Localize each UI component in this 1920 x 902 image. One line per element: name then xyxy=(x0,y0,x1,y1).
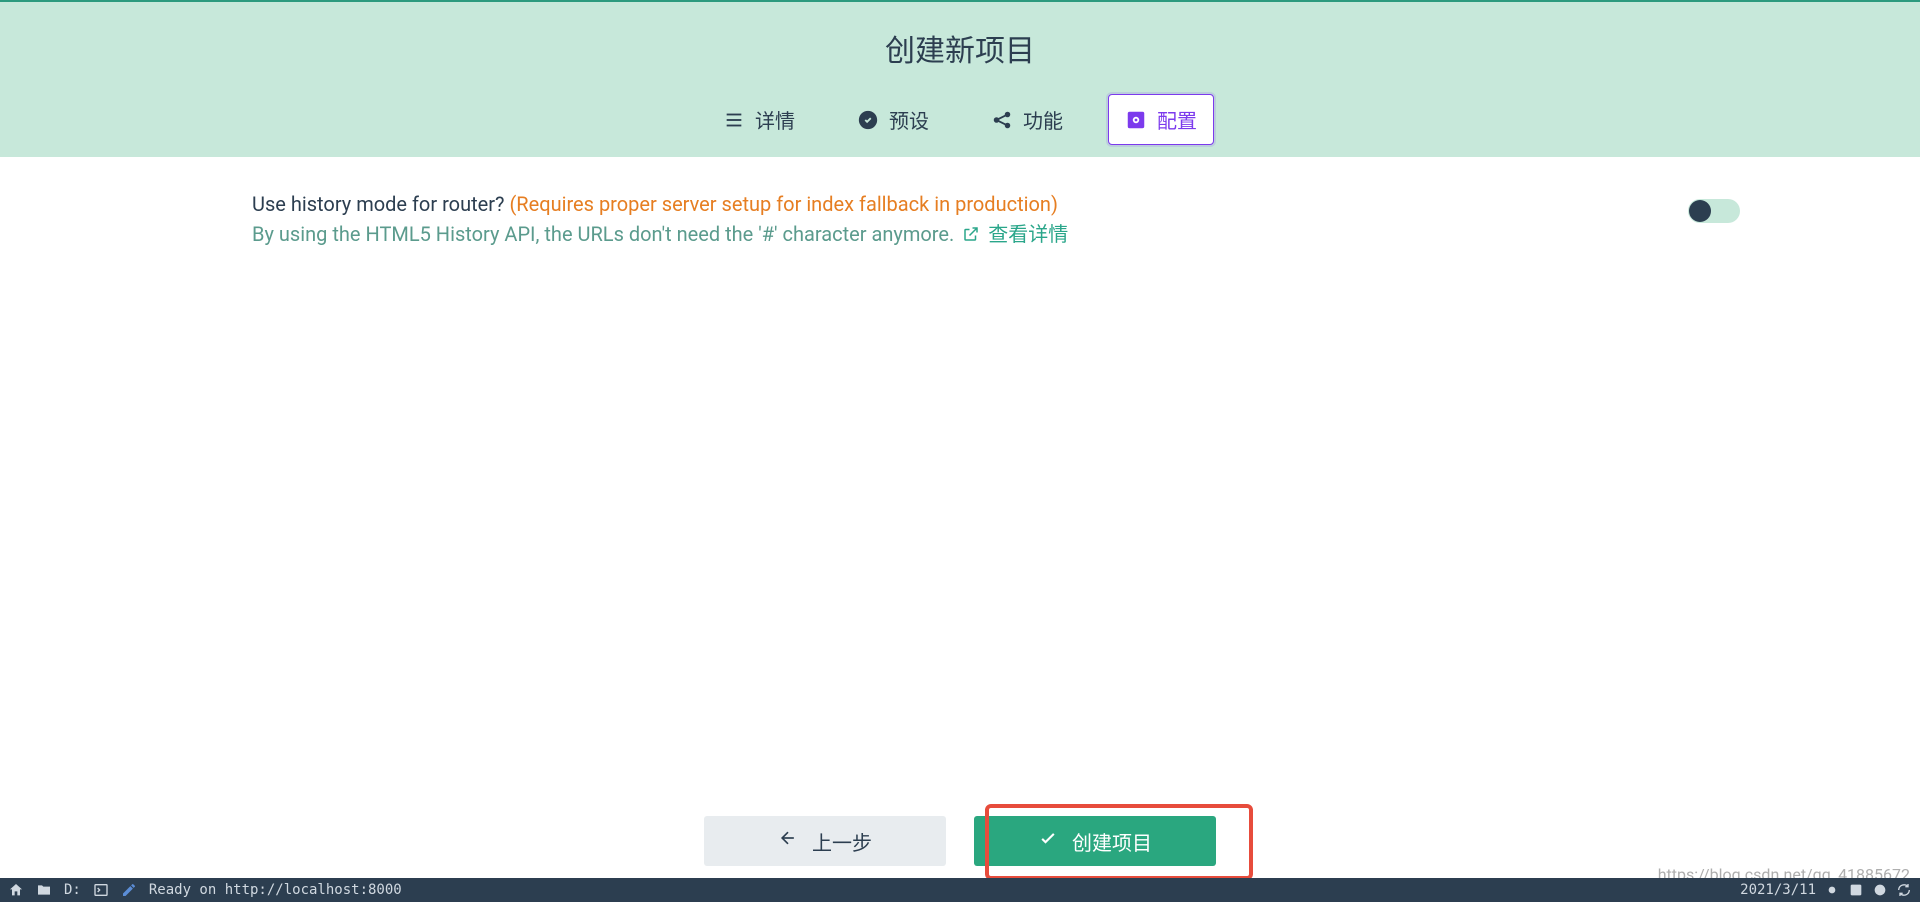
previous-button-label: 上一步 xyxy=(812,827,872,856)
tray-icon-1[interactable] xyxy=(1848,882,1864,898)
tab-configuration[interactable]: 配置 xyxy=(1108,94,1214,145)
list-icon xyxy=(723,109,745,131)
option-description-line: By using the HTML5 History API, the URLs… xyxy=(252,219,1068,249)
gear-box-icon xyxy=(1125,109,1147,131)
status-bar-left: D: Ready on http://localhost:8000 xyxy=(8,882,402,898)
previous-button[interactable]: 上一步 xyxy=(704,816,946,866)
option-block: Use history mode for router? (Requires p… xyxy=(252,189,1068,249)
tray-icon-2[interactable] xyxy=(1872,882,1888,898)
create-button-label: 创建项目 xyxy=(1072,827,1152,856)
option-title-line: Use history mode for router? (Requires p… xyxy=(252,189,1068,219)
toggle-knob xyxy=(1689,200,1711,222)
ide-status-bar: D: Ready on http://localhost:8000 2021/3… xyxy=(0,878,1920,902)
tab-label: 功能 xyxy=(1023,105,1063,134)
datetime-label: 2021/3/11 xyxy=(1740,882,1816,898)
header: 创建新项目 详情 预设 功能 配置 xyxy=(0,2,1920,157)
option-warning: (Requires proper server setup for index … xyxy=(509,192,1057,216)
share-icon xyxy=(991,109,1013,131)
ready-status-text: Ready on http://localhost:8000 xyxy=(149,882,402,898)
tab-presets[interactable]: 预设 xyxy=(840,94,946,145)
tab-label: 详情 xyxy=(755,105,795,134)
terminal-icon[interactable] xyxy=(93,882,109,898)
refresh-icon[interactable] xyxy=(1896,882,1912,898)
pencil-icon[interactable] xyxy=(121,882,137,898)
check-circle-icon xyxy=(857,109,879,131)
content-area: Use history mode for router? (Requires p… xyxy=(0,157,1920,249)
page-title: 创建新项目 xyxy=(0,26,1920,70)
tab-details[interactable]: 详情 xyxy=(706,94,812,145)
option-description: By using the HTML5 History API, the URLs… xyxy=(252,219,954,249)
home-icon[interactable] xyxy=(8,882,24,898)
footer-buttons: 上一步 创建项目 xyxy=(704,816,1216,866)
arrow-left-icon xyxy=(778,828,798,854)
tabs-nav: 详情 预设 功能 配置 xyxy=(0,94,1920,157)
external-link-icon xyxy=(962,225,980,243)
dot-icon xyxy=(1824,882,1840,898)
status-bar-right: 2021/3/11 xyxy=(1740,882,1912,898)
option-question: Use history mode for router? xyxy=(252,192,509,216)
folder-icon[interactable] xyxy=(36,882,52,898)
details-link[interactable]: 查看详情 xyxy=(988,219,1068,249)
check-icon xyxy=(1038,828,1058,854)
drive-label: D: xyxy=(64,882,81,898)
tab-features[interactable]: 功能 xyxy=(974,94,1080,145)
create-project-button[interactable]: 创建项目 xyxy=(974,816,1216,866)
tab-label: 配置 xyxy=(1157,105,1197,134)
tab-label: 预设 xyxy=(889,105,929,134)
history-mode-toggle[interactable] xyxy=(1688,199,1740,223)
